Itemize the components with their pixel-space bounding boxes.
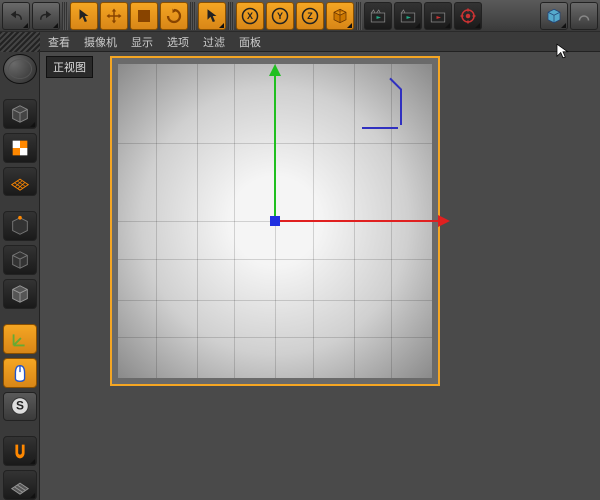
rotate-tool[interactable] <box>160 2 188 30</box>
render-settings-button[interactable] <box>454 2 482 30</box>
undo-button[interactable] <box>2 2 30 30</box>
move-tool[interactable] <box>100 2 128 30</box>
lock-z-button[interactable]: Z <box>296 2 324 30</box>
last-tool[interactable] <box>198 2 226 30</box>
menu-panel[interactable]: 面板 <box>239 34 261 50</box>
svg-text:Y: Y <box>277 11 283 21</box>
menu-view[interactable]: 查看 <box>48 34 70 50</box>
globe-icon[interactable] <box>3 54 37 84</box>
axis-y-gizmo[interactable] <box>274 74 276 224</box>
texture-button[interactable] <box>3 133 37 163</box>
object-mode-button[interactable] <box>3 245 37 275</box>
workplane-button[interactable] <box>3 167 37 197</box>
axis-mode-button[interactable] <box>3 324 37 354</box>
menu-filter[interactable]: 过滤 <box>203 34 225 50</box>
model-mode-button[interactable] <box>3 211 37 241</box>
main-area: S 正视图 <box>0 52 600 500</box>
menu-display[interactable]: 显示 <box>131 34 153 50</box>
viewport-label: 正视图 <box>46 56 93 78</box>
select-tool[interactable] <box>70 2 98 30</box>
render-region-button[interactable] <box>394 2 422 30</box>
redo-button[interactable] <box>32 2 60 30</box>
left-sidebar: S <box>0 52 40 500</box>
primitive-cube-button[interactable] <box>540 2 568 30</box>
scale-tool[interactable] <box>130 2 158 30</box>
render-picture-button[interactable] <box>424 2 452 30</box>
viewport-grid <box>118 64 432 378</box>
grid-snap-button[interactable] <box>3 470 37 500</box>
axis-x-gizmo[interactable] <box>275 220 440 222</box>
snap-toggle-button[interactable]: S <box>3 392 37 422</box>
top-toolbar: X Y Z <box>0 0 600 32</box>
coord-system-button[interactable] <box>326 2 354 30</box>
viewport-menubar: 查看 摄像机 显示 选项 过滤 面板 <box>0 32 600 52</box>
viewport-area: 正视图 <box>40 52 600 500</box>
poly-mode-button[interactable] <box>3 279 37 309</box>
render-button[interactable] <box>364 2 392 30</box>
viewport-3d[interactable] <box>110 56 440 386</box>
svg-text:S: S <box>16 399 24 413</box>
drag-handle-icon[interactable] <box>0 32 40 52</box>
magnet-button[interactable] <box>3 436 37 466</box>
lock-y-button[interactable]: Y <box>266 2 294 30</box>
tweak-mode-button[interactable] <box>3 358 37 388</box>
menu-options[interactable]: 选项 <box>167 34 189 50</box>
svg-text:Z: Z <box>307 11 313 21</box>
nav-widget-icon[interactable] <box>362 89 402 129</box>
svg-text:X: X <box>247 11 253 21</box>
lock-x-button[interactable]: X <box>236 2 264 30</box>
extra-tool-button[interactable] <box>570 2 598 30</box>
make-editable-button[interactable] <box>3 99 37 129</box>
menu-camera[interactable]: 摄像机 <box>84 34 117 50</box>
axis-z-gizmo[interactable] <box>270 216 280 226</box>
